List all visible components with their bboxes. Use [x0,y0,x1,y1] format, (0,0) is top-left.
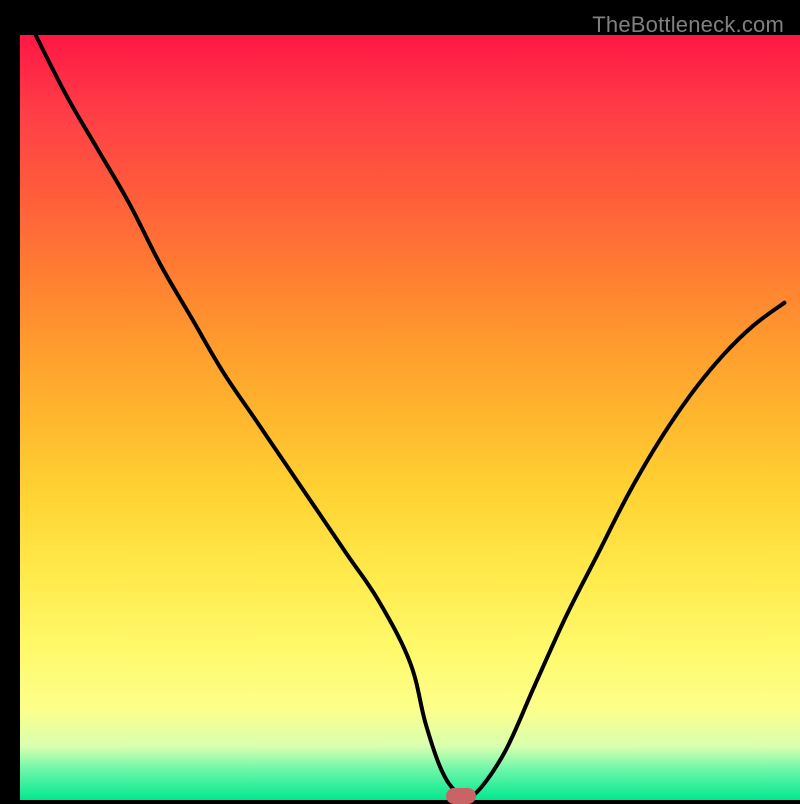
watermark-text: TheBottleneck.com [592,12,784,38]
optimal-marker [446,788,476,804]
chart-frame: TheBottleneck.com [10,10,790,790]
chart-gradient-area [20,35,800,800]
bottleneck-curve [20,35,800,800]
